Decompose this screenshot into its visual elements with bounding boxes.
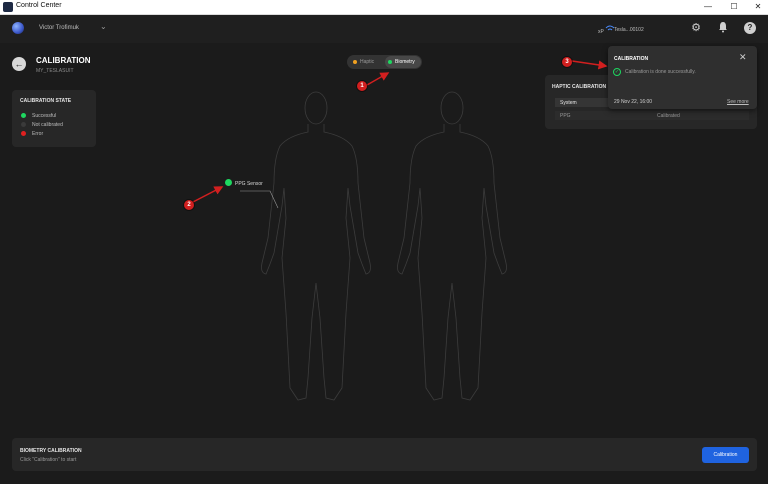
annotation-arrow-2 [192,186,224,203]
annotation-arrows [192,60,608,203]
biometry-calibration-title: BIOMETRY CALIBRATION [20,448,82,454]
biometry-calibration-hint: Click "Calibration" to start [20,457,77,463]
annotation-marker-1: 1 [357,81,367,91]
annotation-arrow-1 [366,72,390,86]
annotation-marker-3: 3 [562,57,572,67]
annotation-arrow-3 [571,60,608,70]
annotation-marker-2: 2 [184,200,194,210]
calibration-button[interactable]: Calibration [702,447,749,463]
biometry-calibration-panel [12,438,757,471]
